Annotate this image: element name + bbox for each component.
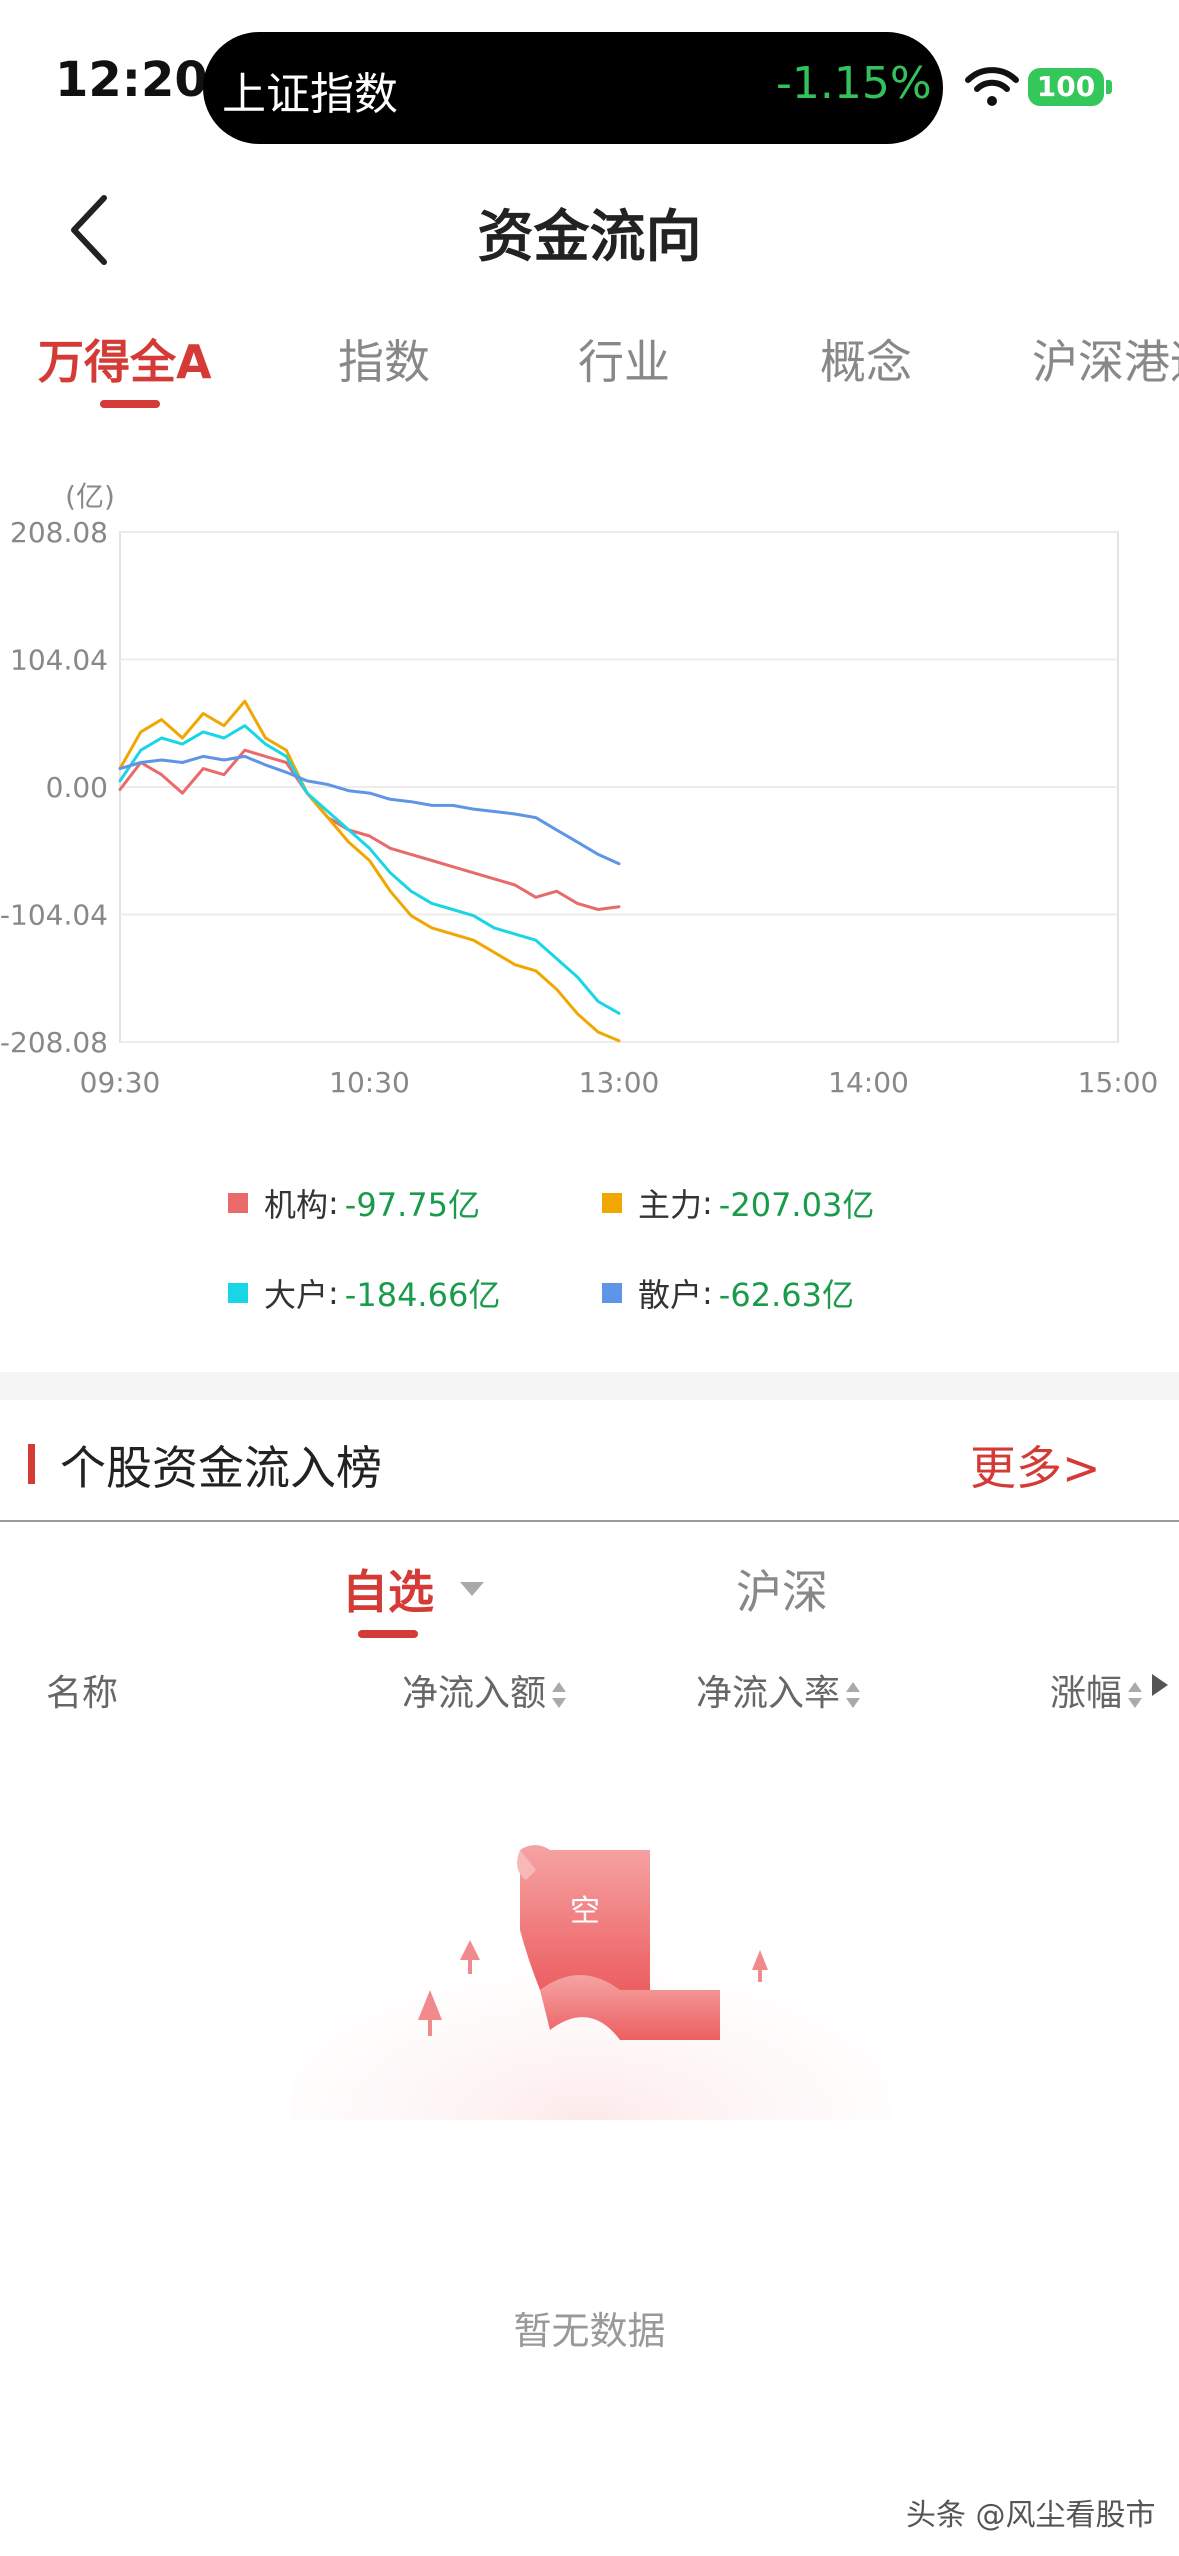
empty-state-illustration (290, 1840, 890, 2120)
chart-x-tick-label: 09:30 (80, 1066, 161, 1099)
legend-swatch-large (228, 1283, 248, 1303)
tab-wind-all-a[interactable]: 万得全A (38, 326, 212, 392)
chart-y-tick-label: -208.08 (0, 1026, 108, 1059)
legend-item-institution: 机构: -97.75亿 (228, 1180, 480, 1226)
chart-y-tick-label: -104.04 (0, 899, 108, 932)
legend-label: 机构 (264, 1186, 329, 1224)
chart-series-line-1 (118, 699, 621, 1043)
chart-series-line-0 (118, 748, 621, 911)
legend-item-retail: 散户: -62.63亿 (602, 1270, 854, 1316)
legend-item-main: 主力: -207.03亿 (602, 1180, 874, 1226)
expand-right-icon[interactable] (1152, 1674, 1168, 1696)
subtab-shanghai-shenzhen[interactable]: 沪深 (736, 1556, 828, 1622)
subtab-active-indicator (358, 1630, 418, 1638)
chart-x-tick-label: 13:00 (579, 1066, 660, 1099)
legend-value: -207.03亿 (718, 1186, 875, 1224)
legend-label: 主力 (638, 1186, 703, 1224)
ticker-change: -1.15% (776, 58, 932, 109)
status-time: 12:20 (55, 52, 208, 108)
tab-industry[interactable]: 行业 (578, 326, 670, 392)
legend-swatch-institution (228, 1193, 248, 1213)
column-header-change[interactable]: 涨幅 (1050, 1664, 1144, 1716)
tab-hk-connect[interactable]: 沪深港通 (1032, 326, 1179, 392)
legend-value: -97.75亿 (344, 1186, 480, 1224)
legend-value: -184.66亿 (344, 1276, 501, 1314)
chart-x-tick-label: 10:30 (329, 1066, 410, 1099)
empty-state-text: 暂无数据 (513, 2309, 666, 2353)
fund-flow-chart: 208.08 104.04 0.00 -104.04 -208.08 (亿) 09:30 10… (0, 480, 1159, 1099)
chart-y-tick-label: 0.00 (46, 771, 108, 804)
legend-swatch-retail (602, 1283, 622, 1303)
chart-y-tick-label: 208.08 (10, 516, 108, 549)
legend-label: 大户 (264, 1276, 329, 1314)
chart-x-tick-label: 14:00 (828, 1066, 909, 1099)
sort-icon[interactable] (844, 1678, 862, 1712)
section-line (0, 1520, 1179, 1522)
column-header-name: 名称 (46, 1673, 119, 1714)
caret-down-icon[interactable] (460, 1582, 484, 1596)
section-title: 个股资金流入榜 (60, 1441, 382, 1495)
chart-unit-label: (亿) (65, 480, 115, 513)
chart-x-tick-label: 15:00 (1078, 1066, 1159, 1099)
more-link[interactable]: 更多> (970, 1432, 1101, 1498)
legend-swatch-main (602, 1193, 622, 1213)
chart-series-line-2 (118, 724, 621, 1015)
section-divider (0, 1372, 1179, 1400)
tab-active-indicator (100, 400, 160, 408)
sort-icon[interactable] (1126, 1678, 1144, 1712)
tab-index[interactable]: 指数 (338, 326, 430, 392)
column-header-net-inflow[interactable]: 净流入额 (402, 1664, 568, 1716)
legend-item-large: 大户: -184.66亿 (228, 1270, 500, 1316)
legend-label: 散户 (638, 1276, 703, 1314)
ticker-label: 上证指数 (222, 69, 398, 120)
battery-icon: 100 (1028, 68, 1104, 106)
empty-badge-label: 空 (570, 1894, 600, 1929)
battery-cap (1106, 80, 1112, 94)
legend-value: -62.63亿 (718, 1276, 854, 1314)
page-title: 资金流向 (477, 205, 702, 270)
chart-y-tick-label: 104.04 (10, 644, 108, 677)
wifi-icon (965, 67, 1019, 106)
subtab-watchlist[interactable]: 自选 (342, 1556, 434, 1622)
tab-concept[interactable]: 概念 (820, 326, 912, 392)
sort-icon[interactable] (550, 1678, 568, 1712)
column-header-net-inflow-rate[interactable]: 净流入率 (696, 1664, 862, 1716)
section-accent-bar (28, 1444, 35, 1484)
watermark: 头条 @风尘看股市 (906, 2498, 1156, 2533)
